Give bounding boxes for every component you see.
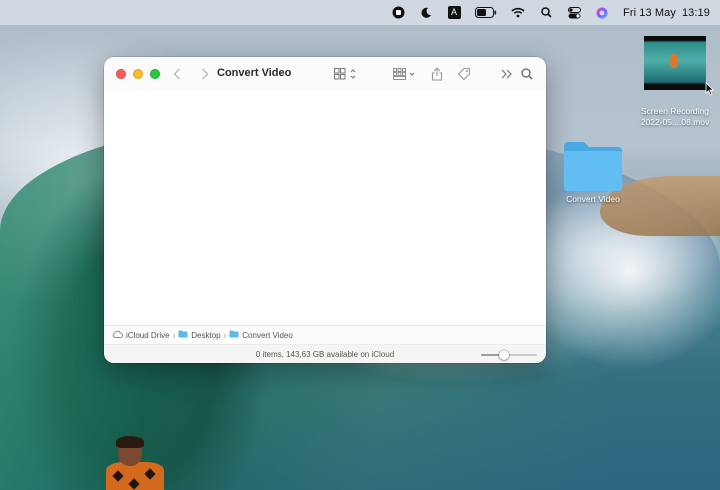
- folder-label: Convert Video: [566, 194, 620, 204]
- window-search-icon[interactable]: [521, 66, 533, 82]
- video-thumbnail: [644, 36, 706, 90]
- chevron-right-icon: ›: [172, 330, 176, 340]
- input-source-label: A: [447, 6, 461, 19]
- folder-icon: [562, 140, 624, 191]
- window-toolbar: Convert Video: [104, 57, 546, 91]
- zoom-button[interactable]: [150, 69, 160, 79]
- navigation-buttons: [170, 65, 212, 83]
- window-title: Convert Video: [217, 67, 292, 79]
- view-icon[interactable]: [334, 66, 358, 82]
- minimize-button[interactable]: [133, 69, 143, 79]
- cursor-icon: [705, 82, 715, 101]
- recording-label-line2: 2022-05....08.mov: [640, 117, 710, 127]
- battery-icon[interactable]: [475, 6, 497, 20]
- menu-bar: A Fri 13 May 13:19: [0, 0, 720, 25]
- traffic-lights: [116, 69, 160, 79]
- group-icon[interactable]: [393, 66, 417, 82]
- status-bar: 0 items, 143,63 GB available on iCloud: [104, 344, 546, 363]
- share-icon[interactable]: [431, 66, 443, 82]
- moon-icon[interactable]: [419, 6, 433, 20]
- folder-icon: [178, 330, 188, 340]
- forward-icon[interactable]: [198, 65, 212, 83]
- recording-label-line1: Screen Recording: [640, 106, 710, 116]
- folder-icon: [229, 330, 239, 340]
- search-icon[interactable]: [539, 6, 553, 20]
- close-button[interactable]: [116, 69, 126, 79]
- record-icon[interactable]: [391, 6, 405, 20]
- finder-window: Convert Video iCloud Drive › Desktop › C…: [104, 57, 546, 363]
- path-bar: iCloud Drive › Desktop › Convert Video: [104, 325, 546, 344]
- back-icon[interactable]: [170, 65, 184, 83]
- more-icon[interactable]: [501, 66, 513, 82]
- input-source-icon[interactable]: A: [447, 6, 461, 20]
- wallpaper-surfer: [106, 436, 164, 490]
- path-item-icloud-drive[interactable]: iCloud Drive: [126, 331, 170, 340]
- control-center-icon[interactable]: [567, 6, 581, 20]
- path-item-convert-video[interactable]: Convert Video: [242, 331, 293, 340]
- menubar-time[interactable]: 13:19: [682, 7, 710, 19]
- desktop-item-convert-video-folder[interactable]: Convert Video: [556, 140, 630, 205]
- cloud-icon: [112, 330, 124, 340]
- status-text: 0 items, 143,63 GB available on iCloud: [255, 350, 395, 359]
- file-browser-area[interactable]: [104, 91, 546, 325]
- chevron-right-icon: ›: [223, 330, 227, 340]
- menubar-date[interactable]: Fri 13 May: [623, 7, 676, 19]
- tag-icon[interactable]: [457, 66, 471, 82]
- icon-size-slider[interactable]: [481, 350, 537, 360]
- wifi-icon[interactable]: [511, 6, 525, 20]
- path-item-desktop[interactable]: Desktop: [191, 331, 220, 340]
- siri-icon[interactable]: [595, 6, 609, 20]
